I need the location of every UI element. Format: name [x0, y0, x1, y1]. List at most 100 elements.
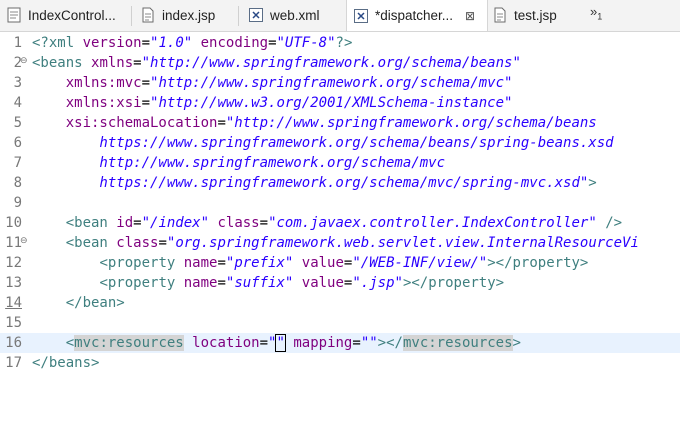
code-text[interactable]: <mvc:resources location="" mapping=""></… [32, 333, 521, 353]
whitespace-token: = [217, 255, 226, 271]
whitespace-token: = [217, 275, 226, 291]
xml-attribute-token: class [116, 235, 159, 251]
xml-string-token: "http://www.w3.org/2001/XMLSchema-instan… [150, 95, 513, 111]
code-line[interactable]: 10 <bean id="/index" class="com.javaex.c… [0, 213, 680, 233]
xml-tag-token: ></ [377, 335, 403, 351]
code-line[interactable]: 11 ⊖ <bean class="org.springframework.web… [0, 233, 680, 253]
whitespace-token: = [217, 115, 226, 131]
tab-overflow-button[interactable]: »1 [590, 4, 602, 22]
xml-attribute-token: xmlns:xsi [65, 95, 142, 111]
code-text[interactable]: <property name="suffix" value=".jsp"></p… [32, 273, 504, 293]
close-icon[interactable]: ⊠ [465, 9, 475, 23]
xml-attribute-token: xmlns:mvc [65, 75, 142, 91]
xml-attribute-token: xsi:schemaLocation [65, 115, 218, 131]
code-line[interactable]: 3 xmlns:mvc="http://www.springframework.… [0, 73, 680, 93]
collapse-fold-icon[interactable]: ⊖ [20, 236, 28, 246]
code-text[interactable]: https://www.springframework.org/schema/m… [32, 173, 597, 193]
code-line[interactable]: 5 xsi:schemaLocation="http://www.springf… [0, 113, 680, 133]
xml-tag-token: <property [99, 275, 184, 291]
xml-string-token: https://www.springframework.org/schema/b… [32, 135, 614, 151]
xml-attribute-token: class [217, 215, 260, 231]
code-editor[interactable]: 1 <?xml version="1.0" encoding="UTF-8"?> 2… [0, 32, 680, 448]
xml-string-token: ".jsp" [352, 275, 403, 291]
code-line[interactable]: 13 <property name="suffix" value=".jsp">… [0, 273, 680, 293]
code-line[interactable]: 14 </bean> [0, 293, 680, 313]
code-text[interactable]: <?xml version="1.0" encoding="UTF-8"?> [32, 33, 352, 53]
whitespace-token: = [141, 75, 151, 91]
whitespace-token: = [352, 335, 361, 351]
code-text[interactable]: </beans> [32, 353, 99, 373]
xml-tag-token: > [588, 175, 597, 191]
tab-web-xml[interactable]: web.xml [248, 0, 320, 30]
tab-separator [238, 6, 239, 26]
code-line[interactable]: 15 [0, 313, 680, 333]
line-number: 3 [13, 75, 22, 91]
xml-tag-token: > [512, 335, 521, 351]
xml-string-token: "com.javaex.controller.IndexController" [268, 215, 597, 231]
line-number: 2 [13, 55, 22, 71]
line-number: 7 [13, 155, 22, 171]
code-text[interactable]: xmlns:xsi="http://www.w3.org/2001/XMLSch… [32, 93, 513, 113]
xml-string-token: http://www.springframework.org/schema/mv… [32, 155, 446, 171]
whitespace-token: = [133, 215, 142, 231]
xml-attribute-token: id [116, 215, 134, 231]
code-line[interactable]: 9 [0, 193, 680, 213]
xml-file-icon [248, 7, 264, 23]
xml-attribute-token: xmlns [91, 55, 134, 71]
java-class-icon [6, 7, 22, 23]
xml-string-token: "prefix" [225, 255, 294, 271]
xml-tag-token: <beans [32, 55, 92, 71]
xml-attribute-token: mapping [293, 335, 353, 351]
tab-label: *dispatcher... [375, 8, 454, 23]
tab-index-jsp[interactable]: index.jsp [140, 0, 215, 30]
code-line[interactable]: 6 https://www.springframework.org/schema… [0, 133, 680, 153]
code-line[interactable]: 16 <mvc:resources location="" mapping=""… [0, 333, 680, 353]
code-line[interactable]: 1 <?xml version="1.0" encoding="UTF-8"?> [0, 33, 680, 53]
code-line[interactable]: 2 ⊖ <beans xmlns="http://www.springframewo… [0, 53, 680, 73]
tab-indexcontroller[interactable]: IndexControl... [6, 0, 116, 30]
xml-string-token: "org.springframework.web.servlet.view.In… [166, 235, 639, 251]
code-text[interactable]: <beans xmlns="http://www.springframework… [32, 53, 521, 73]
code-line[interactable]: 17 </beans> [0, 353, 680, 373]
code-text[interactable]: http://www.springframework.org/schema/mv… [32, 153, 445, 173]
xml-tag-token: </bean> [65, 295, 125, 311]
xml-declaration-token: ?> [335, 35, 353, 51]
xml-attribute-token: version [82, 35, 142, 51]
xml-tag-token: <bean [65, 235, 117, 251]
line-number: 5 [13, 115, 22, 131]
xml-attribute-token: name [183, 255, 218, 271]
tab-dispatcher[interactable]: *dispatcher... ⊠ [346, 0, 488, 31]
code-text[interactable]: https://www.springframework.org/schema/b… [32, 133, 614, 153]
code-line[interactable]: 7 http://www.springframework.org/schema/… [0, 153, 680, 173]
whitespace-token: = [259, 215, 269, 231]
xml-tag-token: < [65, 335, 75, 351]
xml-tag-token: ></property> [402, 275, 505, 291]
code-text[interactable]: xmlns:mvc="http://www.springframework.or… [32, 73, 513, 93]
xml-string-token: "1.0" [150, 35, 193, 51]
tab-test-jsp[interactable]: test.jsp [492, 0, 557, 30]
line-number: 16 [5, 335, 22, 351]
tab-label: IndexControl... [28, 7, 116, 23]
xml-tag-token: /> [605, 215, 623, 231]
xml-string-token: "http://www.springframework.org/schema/b… [141, 55, 521, 71]
code-text[interactable]: <property name="prefix" value="/WEB-INF/… [32, 253, 588, 273]
code-line[interactable]: 8 https://www.springframework.org/schema… [0, 173, 680, 193]
code-text[interactable]: <bean id="/index" class="com.javaex.cont… [32, 213, 622, 233]
xml-file-icon [353, 8, 369, 24]
collapse-fold-icon[interactable]: ⊖ [20, 56, 28, 66]
code-line[interactable]: 12 <property name="prefix" value="/WEB-I… [0, 253, 680, 273]
line-number: 12 [5, 255, 22, 271]
line-number: 11 [5, 235, 22, 251]
code-text[interactable]: <bean class="org.springframework.web.ser… [32, 233, 639, 253]
code-line[interactable]: 4 xmlns:xsi="http://www.w3.org/2001/XMLS… [0, 93, 680, 113]
code-text[interactable]: xsi:schemaLocation="http://www.springfra… [32, 113, 597, 133]
xml-attribute-token: location [192, 335, 260, 351]
code-text[interactable]: </bean> [32, 293, 125, 313]
